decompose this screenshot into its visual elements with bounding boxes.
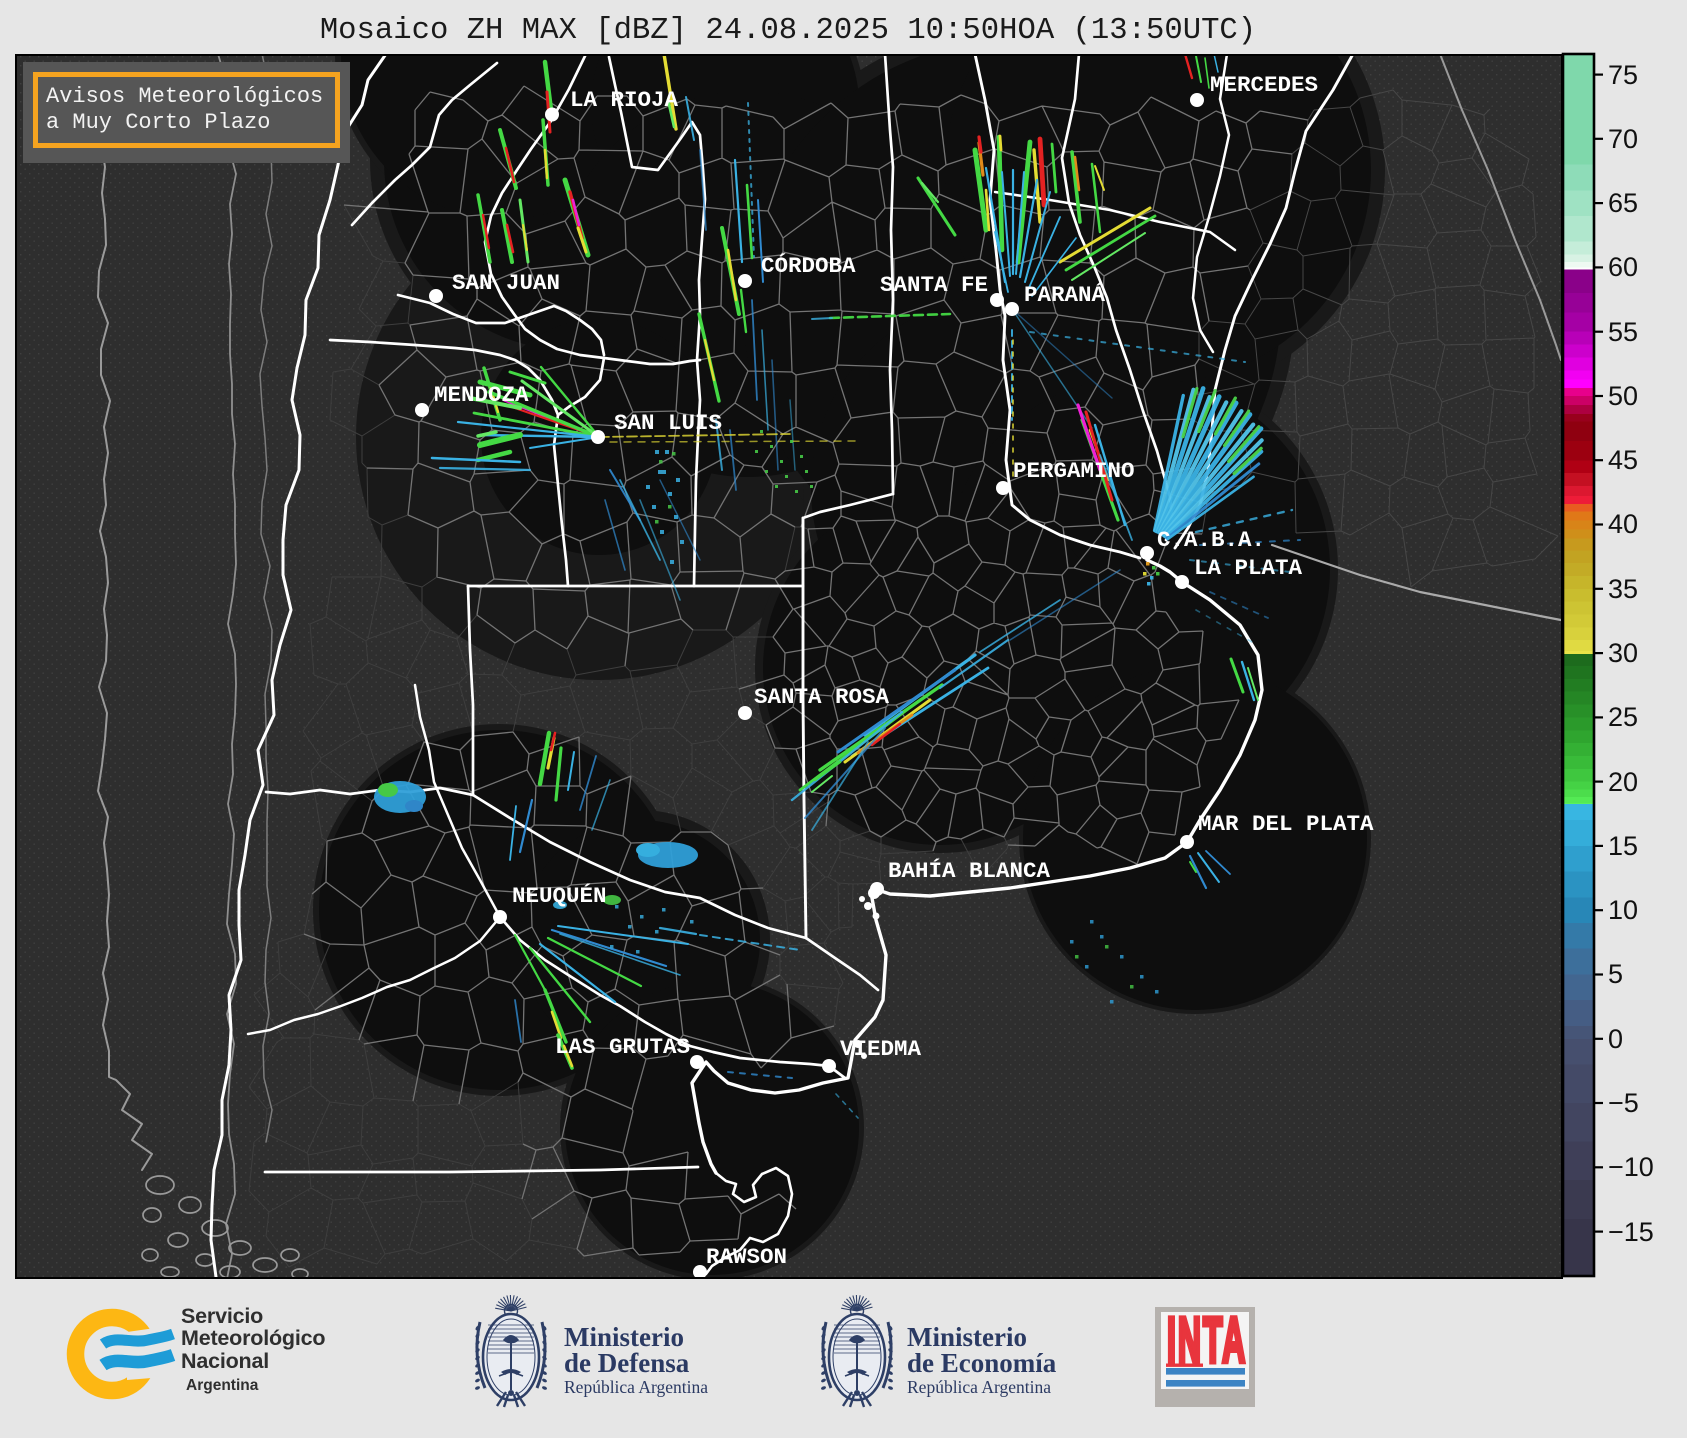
svg-text:CÓRDOBA: CÓRDOBA [761, 253, 856, 279]
svg-text:LA PLATA: LA PLATA [1194, 555, 1303, 581]
svg-text:PERGAMINO: PERGAMINO [1013, 458, 1135, 484]
svg-text:PARANÁ: PARANÁ [1024, 282, 1106, 308]
svg-text:SAN JUAN: SAN JUAN [452, 270, 560, 296]
svg-text:SANTA ROSA: SANTA ROSA [754, 684, 890, 710]
svg-text:BAHÍA BLANCA: BAHÍA BLANCA [888, 858, 1051, 884]
svg-text:VIEDMA: VIEDMA [840, 1036, 922, 1062]
svg-text:SANTA FE: SANTA FE [880, 272, 988, 298]
svg-text:SAN LUIS: SAN LUIS [614, 410, 722, 436]
svg-text:MENDOZA: MENDOZA [434, 382, 529, 408]
svg-text:MERCEDES: MERCEDES [1210, 72, 1318, 98]
svg-text:LAS GRUTAS: LAS GRUTAS [555, 1034, 690, 1060]
svg-text:C.A.B.A.: C.A.B.A. [1157, 527, 1265, 553]
svg-text:NEUQUÉN: NEUQUÉN [512, 883, 607, 909]
svg-text:MAR DEL PLATA: MAR DEL PLATA [1198, 811, 1374, 837]
svg-text:RAWSON: RAWSON [706, 1244, 787, 1270]
svg-text:LA RIOJA: LA RIOJA [570, 87, 679, 113]
